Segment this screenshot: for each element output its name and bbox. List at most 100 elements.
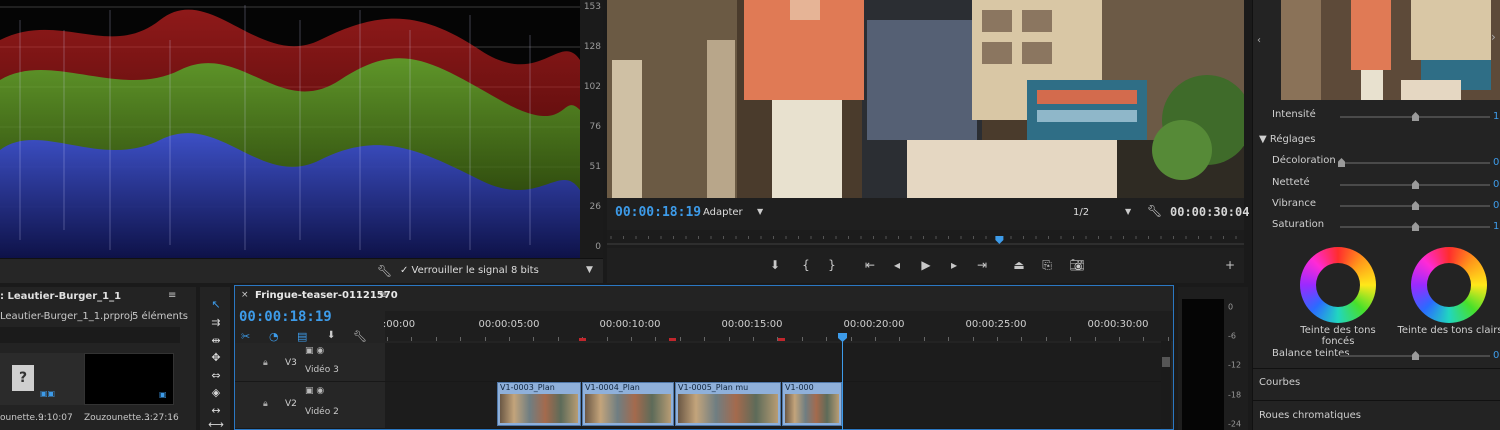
lock-icon[interactable]: 🔒︎: [263, 399, 268, 409]
panel-menu-icon[interactable]: ≡: [379, 290, 387, 301]
chevron-down-icon[interactable]: ▼: [757, 207, 763, 216]
slip-tool-icon[interactable]: ↔: [208, 404, 224, 418]
wrench-icon[interactable]: 🔧︎: [377, 264, 392, 278]
track-lane-v2[interactable]: V1-0003_Plan V1-0004_Plan V1-0005_Plan m…: [385, 382, 1161, 429]
insert-sequence-icon[interactable]: ▤: [297, 330, 307, 343]
ripple-edit-tool-icon[interactable]: ⇹: [208, 334, 224, 348]
selection-tool-icon[interactable]: ↖: [208, 298, 224, 312]
lock-icon[interactable]: 🔒︎: [263, 358, 268, 368]
track-select-tool-icon[interactable]: ⇉: [208, 316, 224, 330]
wrench-icon[interactable]: 🔧︎: [1147, 204, 1162, 218]
project-item-thumbnail[interactable]: ▣: [84, 353, 174, 405]
lift-icon[interactable]: ⏏︎: [1010, 258, 1028, 272]
snap-icon[interactable]: ✂︎: [241, 330, 250, 343]
track-id: V3: [285, 358, 297, 368]
ruler-tick: [533, 337, 535, 341]
chevron-down-icon[interactable]: ▼: [1125, 207, 1131, 216]
timeline-marker[interactable]: [579, 338, 586, 341]
slide-tool-icon[interactable]: ⟷: [208, 418, 224, 430]
step-back-icon[interactable]: ◂: [888, 258, 906, 272]
track-output-icon[interactable]: ▣ ◉: [305, 386, 324, 396]
extract-icon[interactable]: ⎘: [1038, 258, 1056, 272]
tint-balance-value[interactable]: 0,: [1493, 350, 1500, 361]
divider: [1253, 400, 1500, 401]
scrollbar-thumb[interactable]: [1162, 357, 1170, 367]
look-preview-thumbnail[interactable]: [1281, 0, 1500, 100]
meter-tick: -24: [1228, 419, 1242, 429]
nettete-slider[interactable]: [1340, 180, 1490, 189]
linked-selection-icon[interactable]: ◔: [269, 330, 279, 343]
add-marker-icon[interactable]: ⬇︎: [766, 258, 784, 272]
timeline-clip[interactable]: V1-0004_Plan: [582, 382, 674, 426]
decoloration-value[interactable]: 0,: [1493, 157, 1500, 168]
playback-resolution-select[interactable]: 1/2: [1073, 207, 1089, 218]
mark-in-icon[interactable]: {: [797, 258, 815, 272]
timeline-playhead[interactable]: [842, 333, 843, 430]
timeline-panel: × Fringue-teaser-01121570 ≡ 00:00:18:19 …: [234, 285, 1174, 430]
vibrance-value[interactable]: 0,: [1493, 200, 1500, 211]
track-output-icon[interactable]: ▣ ◉: [305, 346, 324, 356]
decoloration-slider[interactable]: [1338, 158, 1490, 167]
slider-knob[interactable]: [1412, 112, 1419, 121]
wrench-icon[interactable]: 🔧︎: [353, 330, 367, 343]
saturation-slider[interactable]: [1340, 222, 1490, 231]
razor-tool-icon[interactable]: ◈: [208, 386, 224, 400]
highlight-tint-wheel[interactable]: [1411, 247, 1487, 323]
vibrance-slider[interactable]: [1340, 201, 1490, 210]
timeline-ruler[interactable]: :00:00 00:00:05:00 00:00:10:00 00:00:15:00 0…: [383, 311, 1173, 341]
project-item-thumbnail[interactable]: ? ▣▣: [0, 353, 90, 405]
ruler-tick: [704, 337, 706, 341]
step-forward-icon[interactable]: ▸: [945, 258, 963, 272]
project-panel-title[interactable]: : Leautier-Burger_1_1: [0, 291, 121, 302]
saturation-value[interactable]: 1: [1493, 221, 1499, 232]
close-icon[interactable]: ×: [241, 290, 249, 300]
ruler-tick: [1143, 337, 1145, 341]
track-lane-v3[interactable]: [385, 343, 1161, 382]
chevron-down-icon[interactable]: ▼: [586, 265, 593, 275]
scrub-ruler[interactable]: [607, 230, 1244, 248]
intensity-value[interactable]: 1: [1493, 111, 1499, 122]
slider-knob[interactable]: [1338, 158, 1345, 167]
mark-out-icon[interactable]: }: [823, 258, 841, 272]
ruler-tick: [679, 337, 681, 341]
lock-signal-checkbox[interactable]: ✓ Verrouiller le signal: [400, 265, 508, 276]
project-search-field[interactable]: [0, 327, 180, 343]
rate-stretch-tool-icon[interactable]: ⇔: [208, 369, 224, 383]
timeline-vertical-scrollbar[interactable]: [1161, 341, 1171, 429]
go-to-in-icon[interactable]: ⇤: [861, 258, 879, 272]
slider-knob[interactable]: [1412, 351, 1419, 360]
slider-knob[interactable]: [1412, 201, 1419, 210]
project-item-name[interactable]: Zouzounette…: [84, 413, 150, 423]
reglages-section-header[interactable]: ▼ Réglages: [1259, 134, 1316, 145]
timeline-clip[interactable]: V1-0003_Plan: [497, 382, 581, 426]
sequence-tab[interactable]: Fringue-teaser-01121570: [255, 290, 398, 301]
roues-section-header[interactable]: Roues chromatiques: [1259, 410, 1361, 421]
panel-menu-icon[interactable]: ≡: [168, 290, 176, 301]
timeline-clip[interactable]: V1-000: [782, 382, 842, 426]
rolling-edit-tool-icon[interactable]: ✥: [208, 351, 224, 365]
courbes-section-header[interactable]: Courbes: [1259, 377, 1300, 388]
monitor-scrub-bar[interactable]: [607, 230, 1244, 248]
playhead-timecode[interactable]: 00:00:18:19: [615, 205, 701, 220]
play-icon[interactable]: ▶: [917, 258, 935, 272]
add-button-icon[interactable]: +: [1221, 258, 1239, 272]
transport-controls: ⬇︎ { } ⇤ ◂ ▶ ▸ ⇥ ⏏︎ ⎘ 📷︎ +: [607, 252, 1244, 280]
add-marker-icon[interactable]: ⬇︎: [327, 330, 335, 341]
intensity-slider[interactable]: [1340, 112, 1490, 121]
slider-knob[interactable]: [1412, 222, 1419, 231]
timeline-marker[interactable]: [778, 338, 785, 341]
zoom-fit-select[interactable]: Adapter: [703, 207, 743, 218]
timeline-clip[interactable]: V1-0005_Plan mu: [675, 382, 781, 426]
bit-depth-select[interactable]: 8 bits: [511, 265, 539, 276]
next-look-icon[interactable]: ›: [1491, 30, 1496, 44]
go-to-out-icon[interactable]: ⇥: [973, 258, 991, 272]
slider-knob[interactable]: [1412, 180, 1419, 189]
shadow-tint-wheel[interactable]: [1300, 247, 1376, 323]
ruler-tick: [997, 337, 998, 341]
timeline-marker[interactable]: [669, 338, 676, 341]
tint-balance-slider[interactable]: [1340, 351, 1490, 360]
nettete-value[interactable]: 0,: [1493, 179, 1500, 190]
timeline-timecode[interactable]: 00:00:18:19: [239, 309, 332, 325]
export-frame-icon[interactable]: 📷︎: [1068, 258, 1086, 272]
prev-look-icon[interactable]: ‹: [1257, 35, 1261, 46]
